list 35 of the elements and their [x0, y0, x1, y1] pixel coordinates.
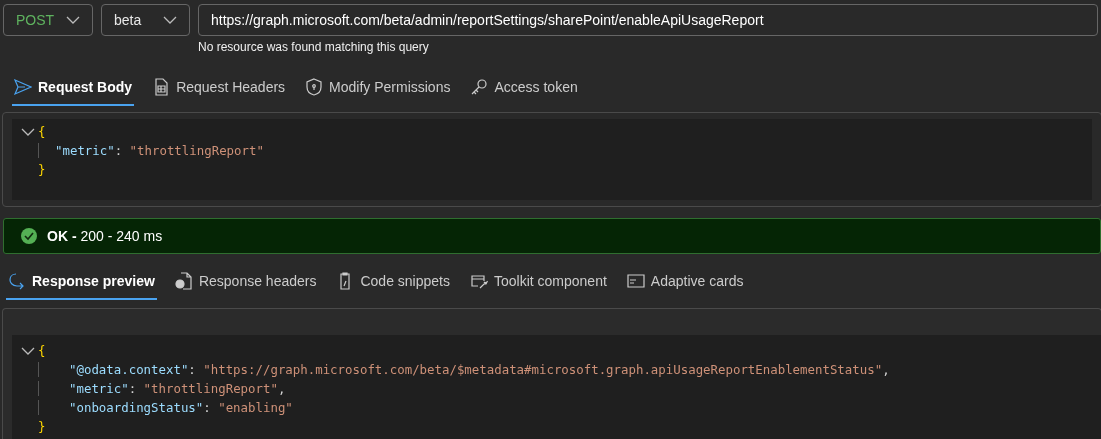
response-tab[interactable]: Response headers [172, 266, 319, 300]
request-tab[interactable]: Request Body [12, 72, 135, 106]
check-circle-icon [20, 227, 38, 245]
version-dropdown[interactable]: beta [101, 4, 190, 36]
code-line: } [38, 419, 46, 434]
code-line: { [38, 124, 46, 139]
request-tab[interactable]: Access token [468, 72, 580, 106]
key-icon [470, 78, 489, 96]
paper-plane-icon [14, 78, 32, 96]
request-tab[interactable]: Modify Permissions [303, 72, 453, 106]
code-line: } [38, 162, 46, 177]
request-tab[interactable]: Request Headers [150, 72, 288, 106]
card-icon [626, 272, 645, 290]
chevron-down-icon [66, 16, 80, 24]
code-line: "metric": "throttlingReport" [38, 143, 264, 158]
status-text: OK - 200 - 240 ms [47, 228, 163, 244]
method-dropdown[interactable]: POST [3, 4, 93, 36]
code-line: { [38, 343, 46, 358]
document-icon [152, 78, 171, 96]
url-field[interactable]: https://graph.microsoft.com/beta/admin/reportSettings/sharePoint/enableApiUsageReport [198, 4, 1098, 36]
curved-arrow-icon [8, 272, 26, 290]
error-message: No resource was found matching this query [198, 40, 430, 54]
document-icon [174, 272, 193, 290]
fold-chevron-icon[interactable] [21, 127, 35, 136]
shield-icon [305, 78, 324, 96]
wrench-icon [470, 272, 488, 290]
response-tab[interactable]: Toolkit component [468, 266, 609, 300]
response-tab[interactable]: Code snippets [334, 266, 452, 300]
fold-chevron-icon[interactable] [21, 346, 35, 355]
chevron-down-icon [163, 16, 177, 24]
code-line: "@odata.context": "https://graph.microsoft.com/beta/$metadata#microsoft.graph.apiUsageReportEnablementStatus", [38, 362, 890, 377]
response-tab[interactable]: Response preview [6, 266, 157, 300]
code-line: "onboardingStatus": "enabling" [38, 400, 293, 415]
code-line: "metric": "throttlingReport", [38, 381, 286, 396]
response-tab[interactable]: Adaptive cards [624, 266, 746, 300]
